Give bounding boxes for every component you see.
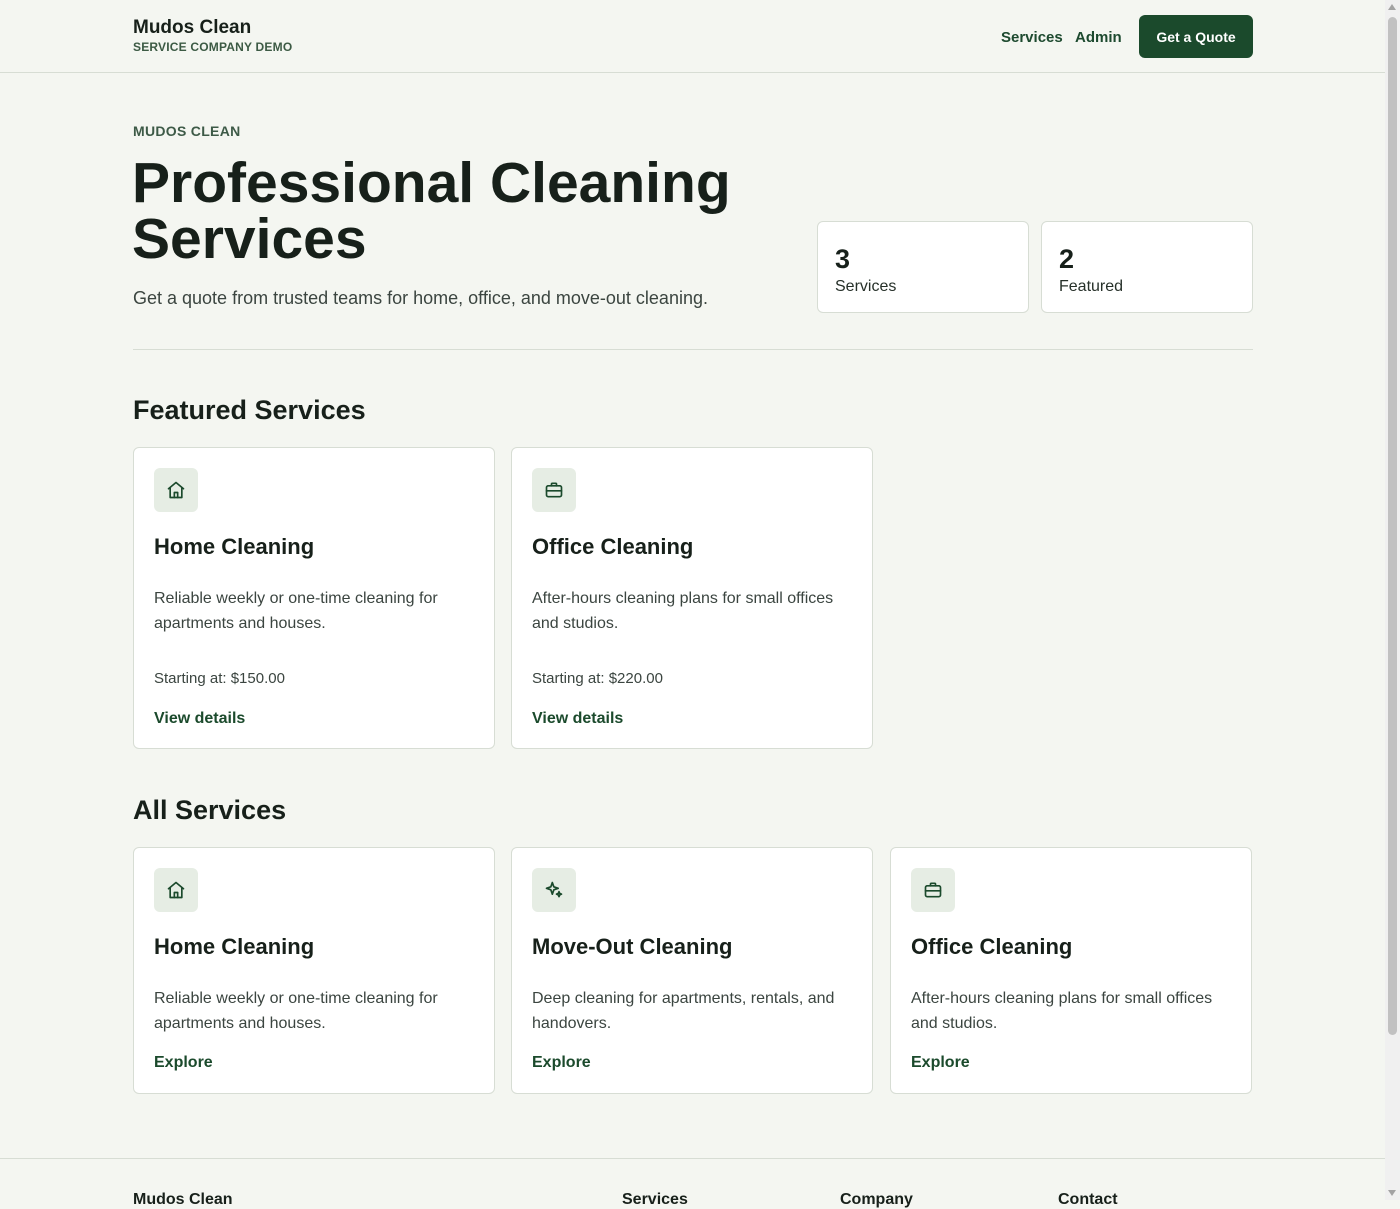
section-divider	[133, 349, 1253, 350]
stat-card-services: 3 Services	[817, 221, 1029, 313]
featured-card-office-cleaning: Office Cleaning After-hours cleaning pla…	[511, 447, 873, 749]
scrollbar-thumb[interactable]	[1388, 17, 1397, 1035]
card-description: Reliable weekly or one-time cleaning for…	[154, 990, 438, 1032]
footer-heading-contact: Contact	[1058, 1191, 1118, 1208]
scroll-down-arrow[interactable]	[1388, 1190, 1396, 1196]
scroll-up-arrow[interactable]	[1388, 4, 1396, 10]
card-description: After-hours cleaning plans for small off…	[911, 990, 1213, 1032]
briefcase-icon	[911, 868, 955, 912]
card-title: Move-Out Cleaning	[532, 934, 733, 959]
sparkles-icon	[532, 868, 576, 912]
get-quote-button[interactable]: Get a Quote	[1139, 15, 1253, 58]
service-card-move-out-cleaning: Move-Out Cleaning Deep cleaning for apar…	[511, 847, 873, 1094]
card-description: Reliable weekly or one-time cleaning for…	[154, 590, 438, 632]
home-icon	[154, 468, 198, 512]
card-description: After-hours cleaning plans for small off…	[532, 590, 834, 632]
featured-card-home-cleaning: Home Cleaning Reliable weekly or one-tim…	[133, 447, 495, 749]
footer-divider	[0, 1158, 1385, 1159]
card-price: Starting at: $150.00	[154, 670, 285, 687]
footer-heading-company: Company	[840, 1191, 913, 1208]
explore-link[interactable]: Explore	[154, 1054, 213, 1072]
stat-value: 3	[835, 244, 851, 274]
nav-link-services[interactable]: Services	[1001, 29, 1063, 46]
view-details-link[interactable]: View details	[532, 710, 623, 728]
hero-eyebrow: MUDOS CLEAN	[133, 123, 241, 139]
stat-label: Services	[835, 278, 897, 295]
site-header: Mudos Clean SERVICE COMPANY DEMO Service…	[0, 0, 1385, 73]
card-price: Starting at: $220.00	[532, 670, 663, 687]
featured-services-heading: Featured Services	[133, 395, 366, 425]
home-icon	[154, 868, 198, 912]
stat-label: Featured	[1059, 278, 1124, 295]
footer-brand: Mudos Clean	[133, 1191, 233, 1208]
stat-value: 2	[1059, 244, 1075, 274]
brand-tagline: SERVICE COMPANY DEMO	[133, 40, 293, 54]
service-card-home-cleaning: Home Cleaning Reliable weekly or one-tim…	[133, 847, 495, 1094]
view-details-link[interactable]: View details	[154, 710, 245, 728]
card-description: Deep cleaning for apartments, rentals, a…	[532, 990, 835, 1032]
brand-name[interactable]: Mudos Clean	[133, 17, 251, 39]
vertical-scrollbar[interactable]	[1385, 0, 1400, 1200]
card-title: Home Cleaning	[154, 934, 315, 959]
footer-heading-services: Services	[622, 1191, 688, 1208]
service-card-office-cleaning: Office Cleaning After-hours cleaning pla…	[890, 847, 1252, 1094]
briefcase-icon	[532, 468, 576, 512]
explore-link[interactable]: Explore	[532, 1054, 591, 1072]
explore-link[interactable]: Explore	[911, 1054, 970, 1072]
hero-subtitle: Get a quote from trusted teams for home,…	[133, 288, 708, 308]
card-title: Office Cleaning	[532, 534, 694, 559]
all-services-heading: All Services	[133, 795, 287, 825]
stat-card-featured: 2 Featured	[1041, 221, 1253, 313]
card-title: Office Cleaning	[911, 934, 1073, 959]
card-title: Home Cleaning	[154, 534, 315, 559]
page-title: Professional Cleaning Services	[132, 151, 731, 271]
nav-link-admin[interactable]: Admin	[1075, 29, 1122, 46]
